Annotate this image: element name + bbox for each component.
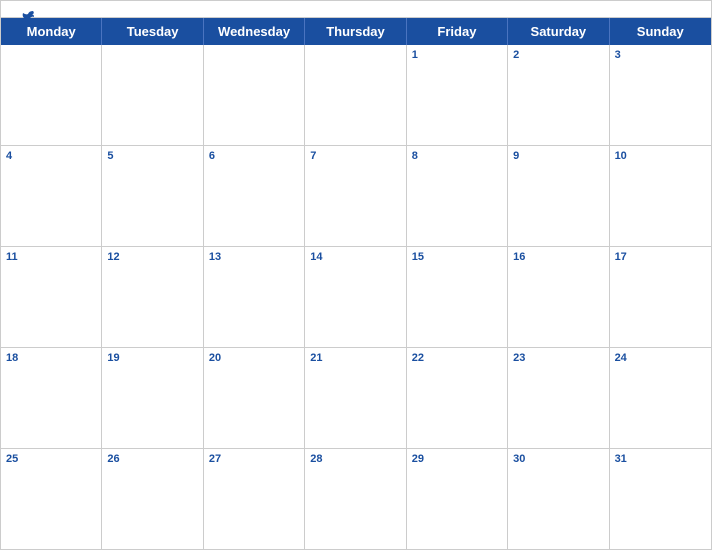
calendar-container: MondayTuesdayWednesdayThursdayFridaySatu… — [0, 0, 712, 550]
day-cell-23: 23 — [508, 348, 609, 448]
day-number: 4 — [6, 150, 12, 162]
logo-bird-icon — [19, 9, 37, 27]
day-cell-27: 27 — [204, 449, 305, 549]
day-number: 16 — [513, 251, 525, 263]
day-cell-21: 21 — [305, 348, 406, 448]
day-number: 7 — [310, 150, 316, 162]
day-number: 11 — [6, 251, 18, 263]
day-number: 5 — [107, 150, 113, 162]
day-number: 30 — [513, 453, 525, 465]
day-cell-5: 5 — [102, 146, 203, 246]
day-header-saturday: Saturday — [508, 18, 609, 45]
day-cell-20: 20 — [204, 348, 305, 448]
day-number: 26 — [107, 453, 119, 465]
day-cell-4: 4 — [1, 146, 102, 246]
day-cell-7: 7 — [305, 146, 406, 246]
day-number: 12 — [107, 251, 119, 263]
day-cell-14: 14 — [305, 247, 406, 347]
day-cell-15: 15 — [407, 247, 508, 347]
day-cell-13: 13 — [204, 247, 305, 347]
day-cell-12: 12 — [102, 247, 203, 347]
day-number: 3 — [615, 49, 621, 61]
day-cell-25: 25 — [1, 449, 102, 549]
day-number: 22 — [412, 352, 424, 364]
day-number: 8 — [412, 150, 418, 162]
calendar-header — [1, 1, 711, 17]
day-header-wednesday: Wednesday — [204, 18, 305, 45]
day-number: 10 — [615, 150, 627, 162]
day-number: 13 — [209, 251, 221, 263]
day-cell-30: 30 — [508, 449, 609, 549]
day-header-tuesday: Tuesday — [102, 18, 203, 45]
day-cell-17: 17 — [610, 247, 711, 347]
day-cell-31: 31 — [610, 449, 711, 549]
week-row-5: 25 26 27 28 29 30 31 — [1, 449, 711, 549]
day-number: 2 — [513, 49, 519, 61]
day-number: 20 — [209, 352, 221, 364]
day-cell-empty — [1, 45, 102, 145]
day-cell-22: 22 — [407, 348, 508, 448]
day-number: 27 — [209, 453, 221, 465]
day-header-friday: Friday — [407, 18, 508, 45]
day-cell-2: 2 — [508, 45, 609, 145]
day-number: 31 — [615, 453, 627, 465]
day-cell-29: 29 — [407, 449, 508, 549]
day-cell-empty — [305, 45, 406, 145]
day-number: 6 — [209, 150, 215, 162]
week-row-2: 4 5 6 7 8 9 10 — [1, 146, 711, 247]
day-number: 24 — [615, 352, 627, 364]
day-cell-6: 6 — [204, 146, 305, 246]
day-cell-28: 28 — [305, 449, 406, 549]
day-cell-empty — [102, 45, 203, 145]
week-row-4: 18 19 20 21 22 23 24 — [1, 348, 711, 449]
day-header-sunday: Sunday — [610, 18, 711, 45]
day-number: 29 — [412, 453, 424, 465]
day-headers-row: MondayTuesdayWednesdayThursdayFridaySatu… — [1, 18, 711, 45]
day-number: 15 — [412, 251, 424, 263]
day-number: 25 — [6, 453, 18, 465]
day-number: 17 — [615, 251, 627, 263]
day-cell-9: 9 — [508, 146, 609, 246]
day-cell-26: 26 — [102, 449, 203, 549]
day-cell-3: 3 — [610, 45, 711, 145]
day-cell-16: 16 — [508, 247, 609, 347]
day-cell-11: 11 — [1, 247, 102, 347]
day-cell-8: 8 — [407, 146, 508, 246]
day-header-thursday: Thursday — [305, 18, 406, 45]
day-number: 19 — [107, 352, 119, 364]
day-number: 9 — [513, 150, 519, 162]
day-cell-1: 1 — [407, 45, 508, 145]
calendar-table: MondayTuesdayWednesdayThursdayFridaySatu… — [1, 17, 711, 549]
day-cell-10: 10 — [610, 146, 711, 246]
calendar-body: 1234567891011121314151617181920212223242… — [1, 45, 711, 549]
logo — [17, 9, 37, 29]
day-cell-24: 24 — [610, 348, 711, 448]
day-cell-18: 18 — [1, 348, 102, 448]
day-number: 1 — [412, 49, 418, 61]
day-number: 28 — [310, 453, 322, 465]
day-cell-19: 19 — [102, 348, 203, 448]
day-cell-empty — [204, 45, 305, 145]
week-row-1: 1 2 3 — [1, 45, 711, 146]
day-number: 21 — [310, 352, 322, 364]
day-number: 14 — [310, 251, 322, 263]
day-number: 18 — [6, 352, 18, 364]
day-number: 23 — [513, 352, 525, 364]
week-row-3: 11 12 13 14 15 16 17 — [1, 247, 711, 348]
